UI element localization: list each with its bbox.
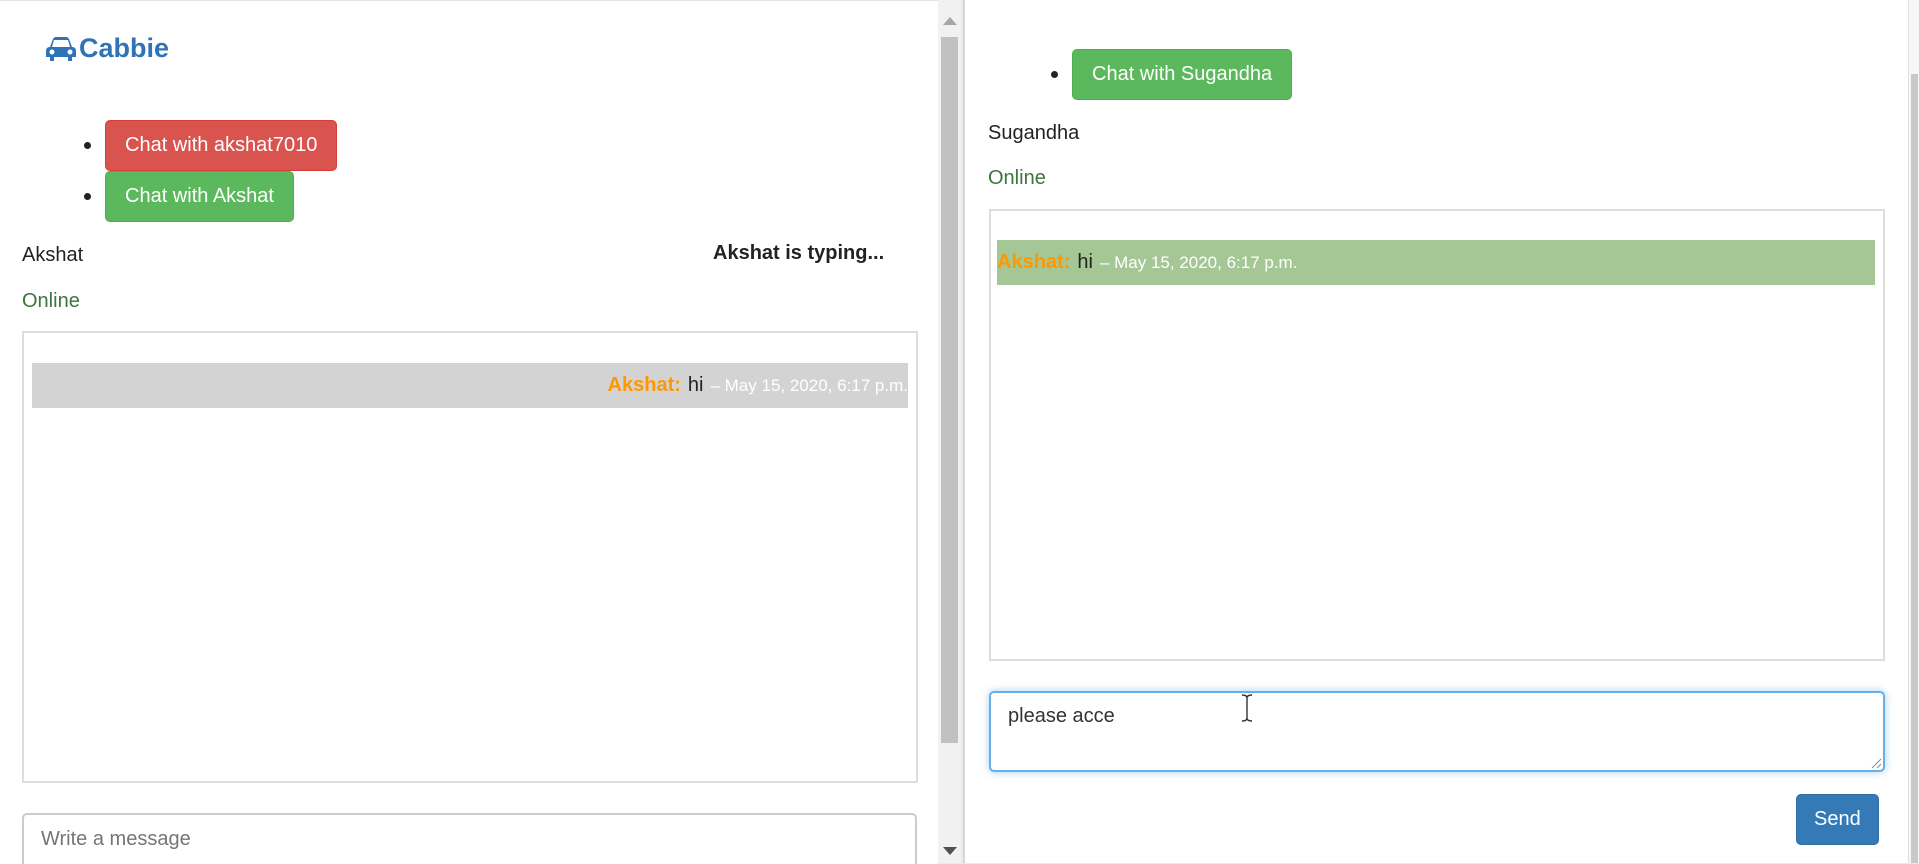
message-timestamp: – May 15, 2020, 6:17 p.m. xyxy=(1099,252,1298,272)
message-text: hi xyxy=(687,374,704,396)
chat-log: Akshat: hi – May 15, 2020, 6:17 p.m. xyxy=(989,209,1885,661)
message-row: Akshat: hi – May 15, 2020, 6:17 p.m. xyxy=(997,240,1875,285)
brand-link[interactable]: Cabbie xyxy=(45,33,169,64)
message-sender: Akshat: xyxy=(997,251,1071,273)
message-input[interactable] xyxy=(22,813,917,864)
scroll-up-arrow-icon[interactable] xyxy=(943,17,957,25)
scroll-thumb[interactable] xyxy=(1911,74,1918,863)
message-sender: Akshat: xyxy=(607,374,681,396)
chat-with-sugandha-button[interactable]: Chat with Sugandha xyxy=(1072,49,1293,100)
right-scrollbar[interactable] xyxy=(1908,0,1919,863)
chat-with-akshat7010-button[interactable]: Chat with akshat7010 xyxy=(105,120,338,171)
chat-log: Akshat: hi – May 15, 2020, 6:17 p.m. xyxy=(22,331,918,783)
user-list: Chat with Sugandha xyxy=(1051,49,1293,100)
status-online: Online xyxy=(988,167,1046,189)
bullet xyxy=(84,142,91,149)
user-list-item: Chat with akshat7010 xyxy=(84,120,338,171)
message-input[interactable] xyxy=(989,691,1885,772)
chat-with-akshat-button[interactable]: Chat with Akshat xyxy=(105,171,294,222)
send-button[interactable]: Send xyxy=(1796,794,1879,845)
left-scrollbar[interactable] xyxy=(938,0,961,863)
bullet xyxy=(1051,71,1058,78)
message-text: hi xyxy=(1077,251,1093,273)
user-list: Chat with akshat7010 Chat with Akshat xyxy=(84,120,338,222)
car-icon xyxy=(46,36,76,61)
brand-name: Cabbie xyxy=(79,33,170,63)
user-list-item: Chat with Akshat xyxy=(84,171,337,222)
contact-name: Akshat xyxy=(22,244,84,266)
contact-name: Sugandha xyxy=(988,122,1080,144)
message-row: Akshat: hi – May 15, 2020, 6:17 p.m. xyxy=(32,363,908,408)
typing-indicator: Akshat is typing... xyxy=(713,242,885,264)
right-browser-window: Chat with Sugandha Sugandha Online Aksha… xyxy=(963,0,1910,863)
message-timestamp: – May 15, 2020, 6:17 p.m. xyxy=(710,375,908,395)
bullet xyxy=(84,193,91,200)
scroll-down-arrow-icon[interactable] xyxy=(943,847,957,855)
user-list-item: Chat with Sugandha xyxy=(1051,49,1293,100)
left-browser-window: Cabbie Chat with akshat7010 Chat with Ak… xyxy=(0,0,938,864)
status-online: Online xyxy=(22,290,80,312)
scroll-thumb[interactable] xyxy=(941,37,958,743)
